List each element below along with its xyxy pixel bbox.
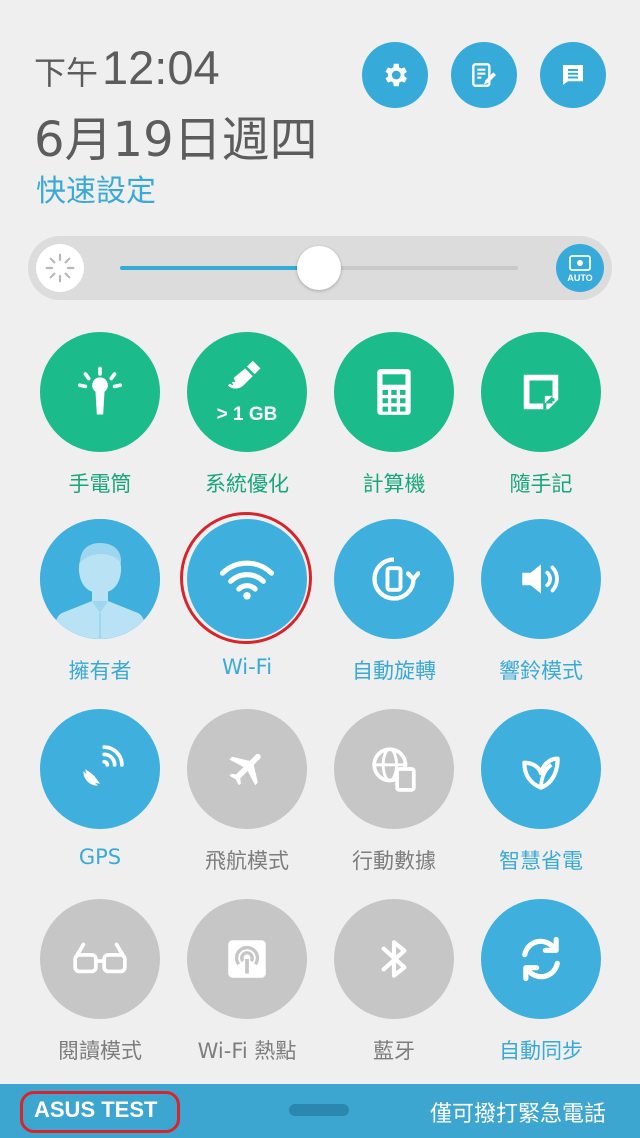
note-icon [518,369,564,415]
tile-label: GPS [78,845,122,869]
auto-rotate-icon [368,553,420,605]
tile-label: 計算機 [362,472,426,496]
glasses-icon [71,939,129,979]
sync-toggle[interactable] [481,899,601,1019]
tile-sync[interactable]: 自動同步 [473,899,609,1065]
edit-list-icon [472,63,496,87]
calculator-toggle[interactable] [334,332,454,452]
sync-icon [515,933,567,985]
tile-label: 藍牙 [373,1039,415,1063]
status-time: 下午 12:04 [34,40,220,95]
broom-icon: > 1 GB [216,358,278,426]
auto-brightness-button[interactable]: AUTO [556,244,604,292]
tile-label: 飛航模式 [205,849,289,873]
mobile-data-icon [369,744,419,794]
time-period: 下午 [34,54,99,92]
leaf-icon [516,744,566,794]
message-list-icon [563,65,583,85]
date-text: 6月19日週四 [34,112,318,168]
brightness-slider[interactable] [120,246,518,290]
tile-airplane[interactable]: 飛航模式 [179,709,315,875]
flashlight-icon [73,365,127,419]
tile-label: 自動旋轉 [352,659,436,683]
brightness-slider-fill [120,266,319,270]
gear-icon [385,63,407,87]
emergency-calls-only: 僅可撥打緊急電話 [429,1102,606,1127]
brightness-control: AUTO [28,236,612,300]
tile-person-avatar[interactable]: 擁有者 [32,519,168,685]
settings-button[interactable] [362,42,428,108]
person-avatar-toggle[interactable] [40,519,160,639]
quick-settings-title: 快速設定 [36,174,156,209]
satellite-icon [75,744,125,794]
tile-label: Wi-Fi [221,655,273,679]
brightness-slider-thumb[interactable] [297,246,341,290]
speaker-icon [516,557,566,601]
tile-flashlight[interactable]: 手電筒 [32,332,168,498]
tile-glasses[interactable]: 閱讀模式 [32,899,168,1065]
tile-broom[interactable]: > 1 GB 系統優化 [179,332,315,498]
tile-label: Wi-Fi 熱點 [197,1039,297,1063]
tile-label: 閱讀模式 [58,1039,142,1063]
person-avatar-icon [40,519,160,639]
wifi-icon [219,557,275,601]
broom-toggle[interactable]: > 1 GB [187,332,307,452]
flashlight-toggle[interactable] [40,332,160,452]
tile-label: 隨手記 [509,472,573,496]
note-toggle[interactable] [481,332,601,452]
tile-wifi[interactable]: Wi-Fi [179,519,315,679]
satellite-toggle[interactable] [40,709,160,829]
tile-label: 手電筒 [68,472,132,496]
bluetooth-icon [374,934,414,984]
airplane-icon [224,746,270,792]
tile-calculator[interactable]: 計算機 [326,332,462,498]
bluetooth-toggle[interactable] [334,899,454,1019]
tile-label: 行動數據 [352,849,436,873]
auto-brightness-icon [569,254,591,271]
tile-hotspot[interactable]: Wi-Fi 熱點 [179,899,315,1065]
auto-label: AUTO [567,272,593,283]
tile-note[interactable]: 隨手記 [473,332,609,498]
tile-bluetooth[interactable]: 藍牙 [326,899,462,1065]
tile-label: 系統優化 [205,472,289,496]
wifi-toggle[interactable] [187,519,307,639]
tile-label: 智慧省電 [499,849,583,873]
drag-handle[interactable] [289,1104,349,1116]
tile-speaker[interactable]: 響鈴模式 [473,519,609,685]
tile-satellite[interactable]: GPS [32,709,168,869]
tile-auto-rotate[interactable]: 自動旋轉 [326,519,462,685]
calculator-icon [372,367,416,417]
tile-label: 自動同步 [499,1039,583,1063]
speaker-toggle[interactable] [481,519,601,639]
notification-list-button[interactable] [540,42,606,108]
bottom-bar: ASUS TEST 僅可撥打緊急電話 [0,1084,640,1138]
tile-sub-label: > 1 GB [216,404,278,425]
hotspot-icon [222,934,272,984]
auto-rotate-toggle[interactable] [334,519,454,639]
leaf-toggle[interactable] [481,709,601,829]
carrier-name: ASUS TEST [34,1097,158,1122]
tile-label: 響鈴模式 [499,659,583,683]
mobile-data-toggle[interactable] [334,709,454,829]
edit-button[interactable] [451,42,517,108]
tile-label: 擁有者 [68,659,132,683]
tile-leaf[interactable]: 智慧省電 [473,709,609,875]
glasses-toggle[interactable] [40,899,160,1019]
clock-time: 12:04 [102,41,220,94]
brightness-icon [36,244,84,292]
airplane-toggle[interactable] [187,709,307,829]
hotspot-toggle[interactable] [187,899,307,1019]
tile-mobile-data[interactable]: 行動數據 [326,709,462,875]
